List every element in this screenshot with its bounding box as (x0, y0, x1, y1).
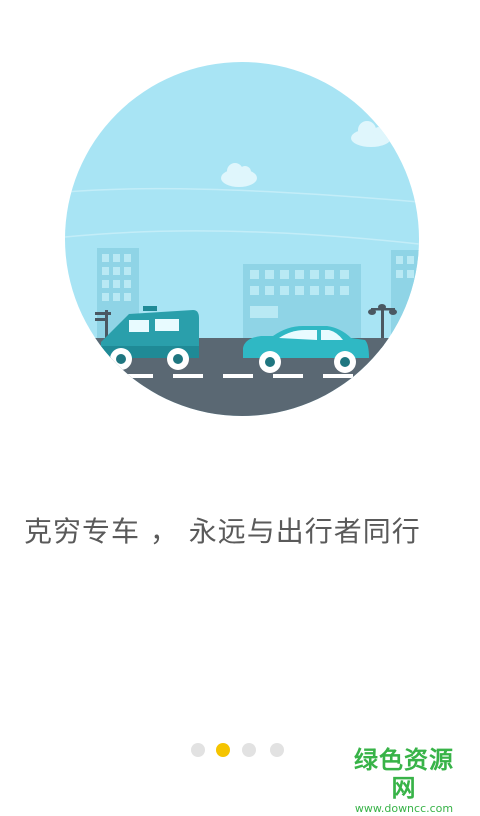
page-indicator-dot-1[interactable] (191, 743, 205, 757)
onboarding-screen: 克穷专车 ， 永远与出行者同行 绿色资源网 www.downcc.com (0, 0, 480, 815)
watermark-name: 绿色资源网 (354, 746, 454, 802)
city-road-cars-illustration (65, 62, 419, 416)
onboarding-tagline: 克穷专车 ， 永远与出行者同行 (24, 515, 421, 548)
watermark-url: www.downcc.com (354, 802, 454, 815)
watermark: 绿色资源网 www.downcc.com (344, 746, 464, 816)
page-indicator-dot-4[interactable] (270, 743, 284, 757)
page-indicator-dot-3[interactable] (242, 743, 256, 757)
building-right (391, 250, 419, 358)
page-indicator-dot-2-active[interactable] (216, 743, 230, 757)
